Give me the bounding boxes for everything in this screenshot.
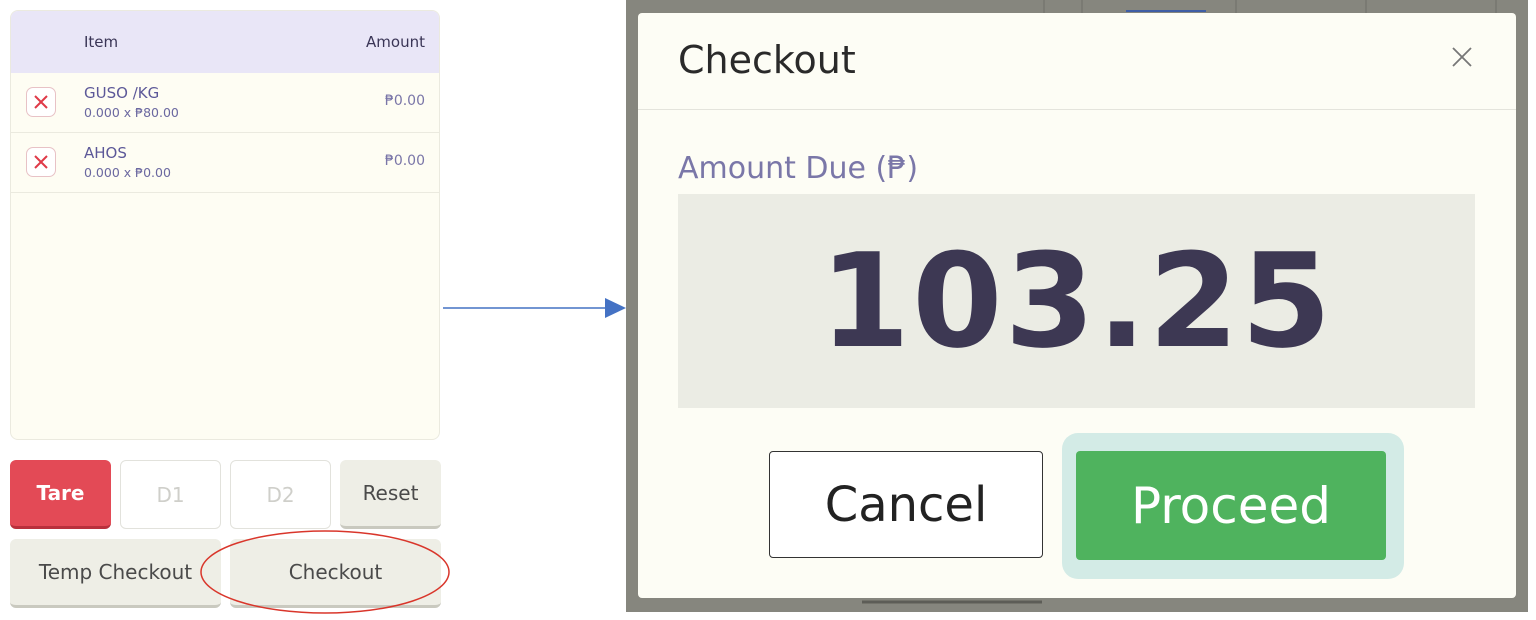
d1-button[interactable]: D1 [120,460,221,529]
x-icon [34,95,48,109]
amount-due-label: Amount Due (₱) [678,151,919,186]
item-name: AHOS [84,144,127,162]
close-icon[interactable] [1448,43,1476,71]
checkout-modal: Checkout Amount Due (₱) 103.25 Cancel Pr… [638,13,1516,598]
x-icon [34,155,48,169]
checkout-button[interactable]: Checkout [230,539,441,608]
cancel-button[interactable]: Cancel [769,451,1043,558]
temp-checkout-button[interactable]: Temp Checkout [10,539,221,608]
item-column-header: Item [84,33,119,51]
cart-panel: Item Amount GUSO /KG 0.000 x ₱80.00 ₱0.0… [10,10,440,440]
item-name: GUSO /KG [84,84,160,102]
amount-due-value: 103.25 [819,225,1334,377]
modal-screenshot: Checkout Amount Due (₱) 103.25 Cancel Pr… [626,0,1528,612]
proceed-button[interactable]: Proceed [1076,451,1386,560]
reset-button[interactable]: Reset [340,460,441,529]
modal-header: Checkout [638,13,1516,110]
amount-due-display: 103.25 [678,194,1475,408]
d2-button[interactable]: D2 [230,460,331,529]
remove-item-button[interactable] [26,147,56,177]
cart-row: AHOS 0.000 x ₱0.00 ₱0.00 [11,133,439,193]
cart-row: GUSO /KG 0.000 x ₱80.00 ₱0.00 [11,73,439,133]
tare-button[interactable]: Tare [10,460,111,529]
modal-title: Checkout [678,38,856,82]
item-detail: 0.000 x ₱80.00 [84,105,179,120]
amount-column-header: Amount [366,33,425,51]
item-amount: ₱0.00 [384,153,425,169]
item-detail: 0.000 x ₱0.00 [84,165,171,180]
item-amount: ₱0.00 [384,93,425,109]
cart-header: Item Amount [11,11,439,73]
right-arrow-icon [443,298,626,318]
remove-item-button[interactable] [26,87,56,117]
